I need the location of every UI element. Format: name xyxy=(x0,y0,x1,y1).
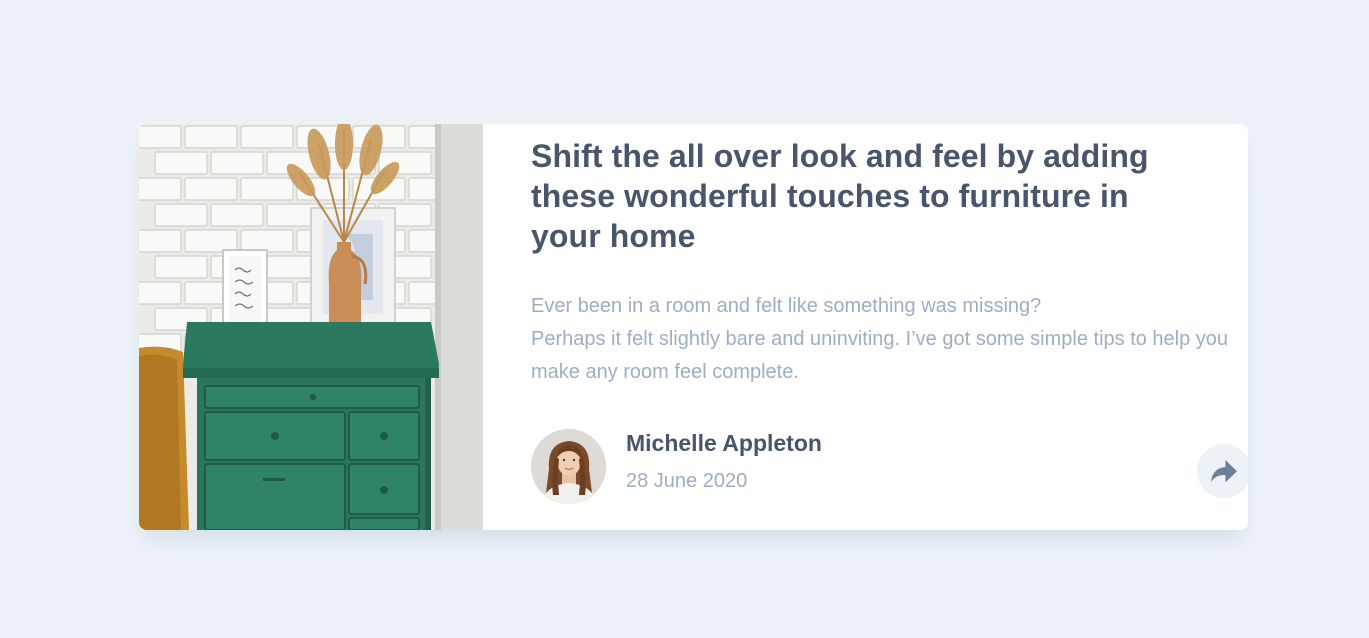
article-image xyxy=(139,124,483,530)
share-button[interactable] xyxy=(1197,444,1248,498)
article-preview-card: Shift the all over look and feel by addi… xyxy=(139,124,1248,530)
article-content: Shift the all over look and feel by addi… xyxy=(483,124,1248,530)
author-meta: Michelle Appleton 28 June 2020 xyxy=(626,429,822,493)
article-title: Shift the all over look and feel by addi… xyxy=(531,138,1149,254)
article-excerpt-line-1: Ever been in a room and felt like someth… xyxy=(531,295,1042,317)
author-block: Michelle Appleton 28 June 2020 xyxy=(531,429,822,504)
article-excerpt-line-2: Perhaps it felt slightly bare and uninvi… xyxy=(531,328,1229,383)
publish-date: 28 June 2020 xyxy=(626,469,748,492)
share-icon xyxy=(1211,460,1237,482)
article-excerpt: Ever been in a room and felt like someth… xyxy=(531,290,1231,389)
author-name: Michelle Appleton xyxy=(626,429,822,456)
avatar xyxy=(531,429,606,504)
